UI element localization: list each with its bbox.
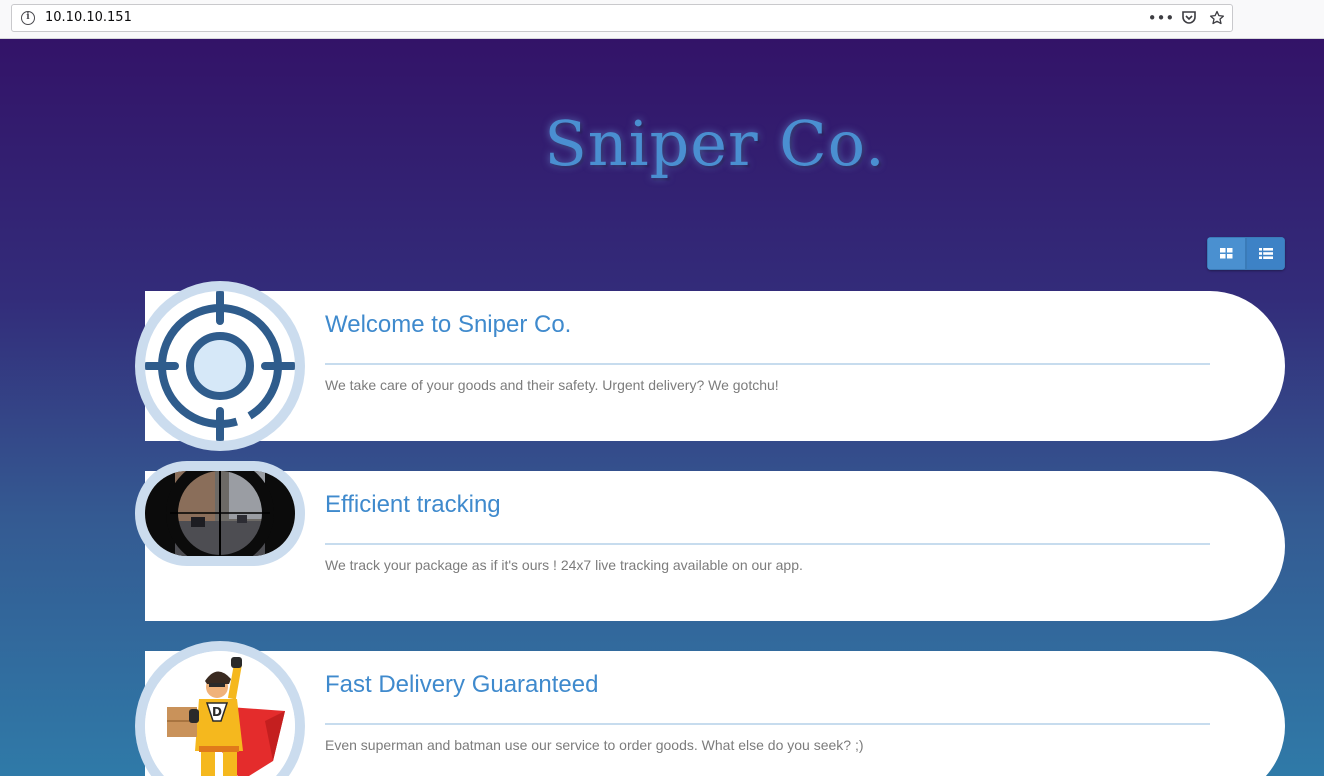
info-icon[interactable]: i — [21, 11, 35, 25]
address-bar-actions: ••• — [1148, 7, 1226, 29]
delivery-hero-image: D — [145, 651, 295, 776]
svg-text:D: D — [212, 705, 222, 719]
site-title: Sniper Co. — [544, 107, 886, 180]
card-divider — [325, 543, 1210, 545]
view-toggle — [1207, 237, 1285, 270]
list-icon — [1258, 248, 1273, 259]
card-badge — [135, 461, 305, 566]
card-divider — [325, 363, 1210, 365]
grid-view-button[interactable] — [1207, 237, 1246, 270]
card-title: Fast Delivery Guaranteed — [325, 671, 599, 698]
feature-card-tracking: Efficient tracking We track your package… — [145, 471, 1285, 621]
star-icon[interactable] — [1208, 7, 1226, 29]
card-divider — [325, 723, 1210, 725]
page-content: Sniper Co. Welcome to Sniper Co. We take… — [0, 39, 1324, 776]
browser-toolbar: i 10.10.10.151 ••• — [0, 0, 1324, 39]
crosshair-icon — [145, 291, 295, 441]
card-text: We take care of your goods and their saf… — [325, 377, 779, 393]
feature-card-welcome: Welcome to Sniper Co. We take care of yo… — [145, 291, 1285, 441]
more-icon[interactable]: ••• — [1148, 7, 1175, 29]
grid-icon — [1220, 248, 1233, 259]
address-bar[interactable]: i 10.10.10.151 ••• — [11, 4, 1233, 32]
pocket-icon[interactable] — [1180, 7, 1198, 29]
url-text[interactable]: 10.10.10.151 — [45, 10, 132, 25]
list-view-button[interactable] — [1246, 237, 1285, 270]
feature-card-delivery: Fast Delivery Guaranteed Even superman a… — [145, 651, 1285, 776]
scope-view-image — [145, 471, 295, 556]
card-text: Even superman and batman use our service… — [325, 737, 864, 753]
card-badge — [135, 281, 305, 451]
card-title: Welcome to Sniper Co. — [325, 311, 572, 338]
card-title: Efficient tracking — [325, 491, 501, 518]
card-text: We track your package as if it's ours ! … — [325, 557, 803, 573]
